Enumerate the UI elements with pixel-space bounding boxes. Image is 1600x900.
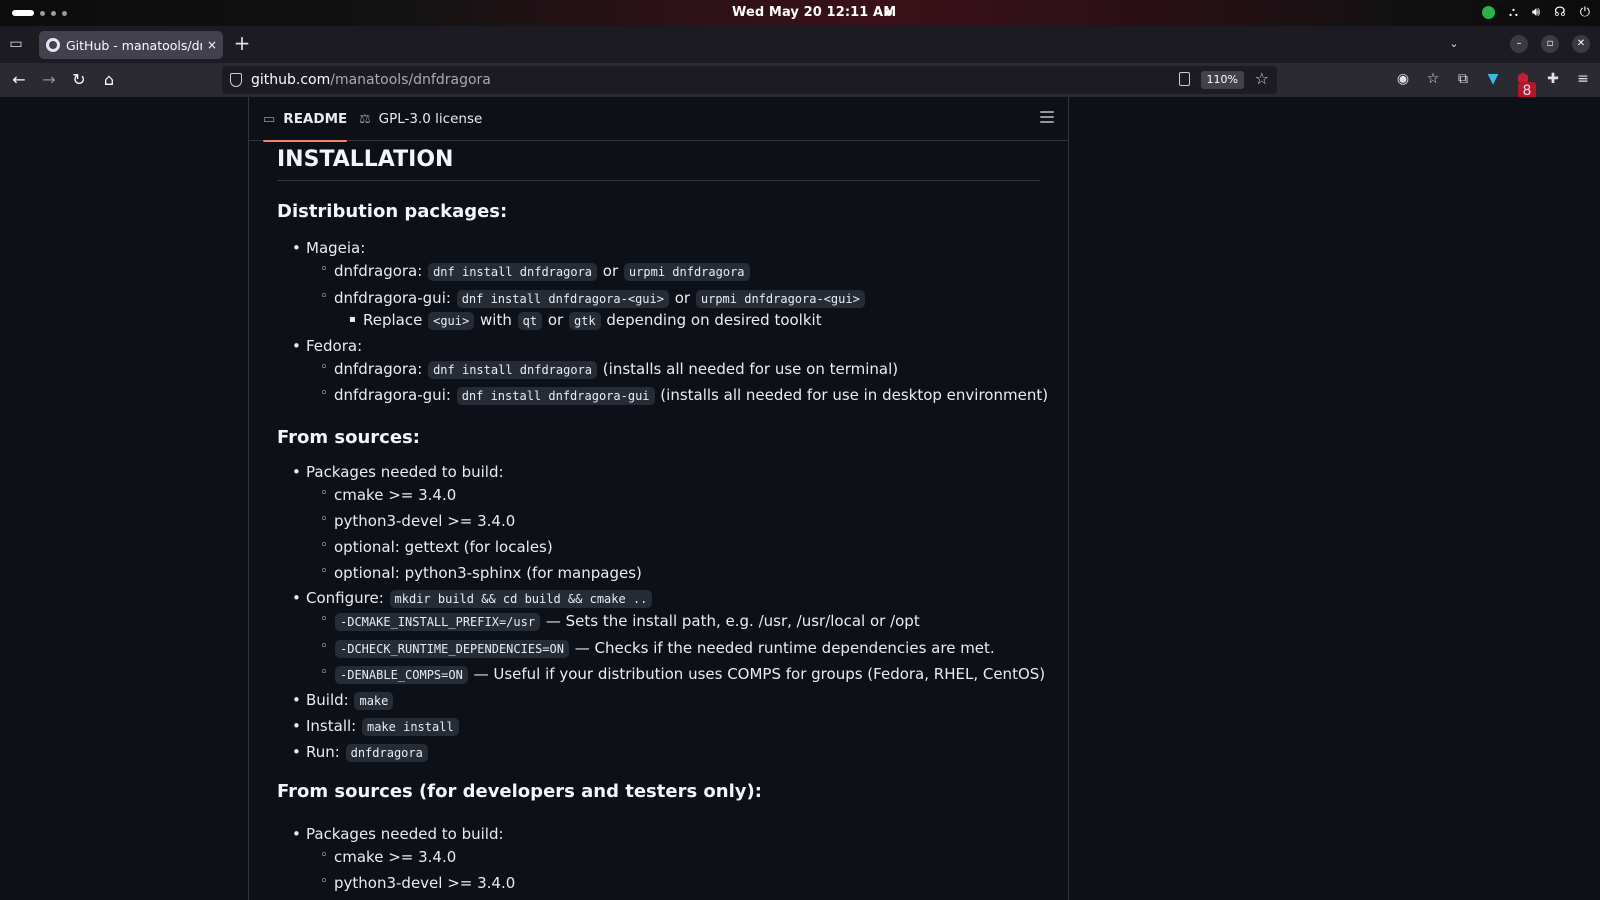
list-item: Install: make install (292, 717, 460, 736)
volume-icon[interactable]: 🔊︎ (1532, 5, 1540, 20)
list-item: python3-devel >= 3.4.0 (320, 874, 515, 892)
url-bar[interactable]: github.com/manatools/dnfdragora 110% ☆ (222, 66, 1277, 94)
tab-close-icon[interactable]: × (207, 38, 217, 52)
list-item: dnfdragora: dnf install dnfdragora (inst… (320, 360, 898, 379)
list-item: cmake >= 3.4.0 (320, 848, 456, 866)
bookmark-star-icon[interactable]: ☆ (1255, 69, 1269, 88)
list-item: dnfdragora: dnf install dnfdragora or ur… (320, 262, 751, 281)
tab-groups-icon[interactable]: ▭ (6, 34, 26, 54)
system-top-bar: Wed May 20 12:11 AM ⛬ 🔊︎ ☊ ⏻ (0, 0, 1600, 26)
navigation-toolbar: ← → ↻ ⌂ github.com/manatools/dnfdragora … (0, 63, 1600, 100)
tab-title: GitHub - manatools/dnfdragora (66, 37, 202, 53)
home-icon[interactable]: ⌂ (99, 70, 119, 90)
list-item: Packages needed to build: (292, 463, 503, 481)
list-item: Configure: mkdir build && cd build && cm… (292, 589, 653, 608)
minimize-button[interactable]: – (1510, 35, 1528, 53)
tracking-shield-icon[interactable] (230, 73, 242, 87)
list-item: -DCHECK_RUNTIME_DEPENDENCIES=ON — Checks… (320, 639, 995, 658)
developers-sources-heading: From sources (for developers and testers… (277, 781, 762, 802)
list-item: dnfdragora-gui: dnf install dnfdragora-<… (320, 289, 866, 308)
list-item: optional: gettext (for locales) (320, 538, 553, 556)
close-window-button[interactable]: ✕ (1572, 35, 1590, 53)
tab-license[interactable]: ⚖ GPL-3.0 license (359, 97, 482, 141)
list-item: Build: make (292, 691, 394, 710)
system-tray[interactable]: ⛬ 🔊︎ ☊ ⏻ (1481, 5, 1590, 20)
table-of-contents-icon[interactable] (1040, 111, 1054, 123)
clock[interactable]: Wed May 20 12:11 AM (732, 5, 896, 20)
workspace-indicator[interactable] (12, 10, 67, 16)
list-item: Packages needed to build: (292, 825, 503, 843)
extensions-icon[interactable]: ⧉ (1454, 70, 1472, 88)
collections-icon[interactable]: ☆ (1424, 70, 1442, 88)
readme-tab-bar: ▭ README ⚖ GPL-3.0 license (249, 97, 1068, 142)
readme-panel: ▭ README ⚖ GPL-3.0 license INSTALLATION … (248, 97, 1069, 900)
maximize-button[interactable]: ▫ (1541, 35, 1559, 53)
headphones-icon[interactable]: ☊ (1554, 5, 1566, 20)
from-sources-heading: From sources: (277, 427, 420, 448)
forward-icon[interactable]: → (39, 70, 59, 90)
scale-icon: ⚖ (359, 111, 371, 127)
tab-github[interactable]: GitHub - manatools/dnfdragora × (39, 31, 223, 59)
installation-heading: INSTALLATION (277, 147, 1040, 181)
reload-icon[interactable]: ↻ (69, 70, 89, 90)
list-all-tabs-icon[interactable]: ⌄ (1444, 34, 1464, 54)
toolbar-extensions: ◉ ☆ ⧉ ▼ ⬢ 8 ✚ ≡ (1394, 70, 1592, 100)
ublock-icon[interactable]: ⬢ 8 (1514, 70, 1536, 100)
network-icon[interactable]: ⛬ (1509, 5, 1518, 20)
list-item: cmake >= 3.4.0 (320, 486, 456, 504)
list-item: dnfdragora-gui: dnf install dnfdragora-g… (320, 386, 1048, 405)
list-item: Fedora: (292, 337, 362, 355)
distribution-packages-heading: Distribution packages: (277, 201, 508, 222)
web-page: ▭ README ⚖ GPL-3.0 license INSTALLATION … (0, 97, 1600, 900)
list-item: Mageia: (292, 239, 365, 257)
zoom-level-button[interactable]: 110% (1200, 71, 1244, 89)
book-icon: ▭ (263, 111, 276, 127)
reader-view-icon[interactable] (1179, 72, 1190, 86)
list-item: optional: python3-sphinx (for manpages) (320, 564, 642, 582)
list-item: Run: dnfdragora (292, 743, 429, 762)
list-item: Replace <gui> with qt or gtk depending o… (349, 311, 822, 330)
colorful-extension-icon[interactable]: ▼ (1484, 70, 1502, 88)
back-icon[interactable]: ← (9, 70, 29, 90)
menu-icon[interactable]: ≡ (1574, 70, 1592, 88)
account-icon[interactable]: ◉ (1394, 70, 1412, 88)
list-item: -DCMAKE_INSTALL_PREFIX=/usr — Sets the i… (320, 612, 920, 631)
new-tab-button[interactable]: + (232, 33, 252, 54)
power-icon[interactable]: ⏻ (1580, 5, 1590, 20)
list-item: -DENABLE_COMPS=ON — Useful if your distr… (320, 665, 1045, 684)
url-text[interactable]: github.com/manatools/dnfdragora (251, 72, 491, 88)
notification-dot (886, 10, 892, 16)
chat-icon[interactable] (1481, 6, 1495, 19)
tab-readme[interactable]: ▭ README (263, 97, 348, 142)
list-item: python3-devel >= 3.4.0 (320, 512, 515, 530)
puzzle-icon[interactable]: ✚ (1544, 70, 1562, 88)
tab-strip: ▭ GitHub - manatools/dnfdragora × + ⌄ – … (0, 26, 1600, 63)
github-favicon-icon (46, 38, 60, 52)
